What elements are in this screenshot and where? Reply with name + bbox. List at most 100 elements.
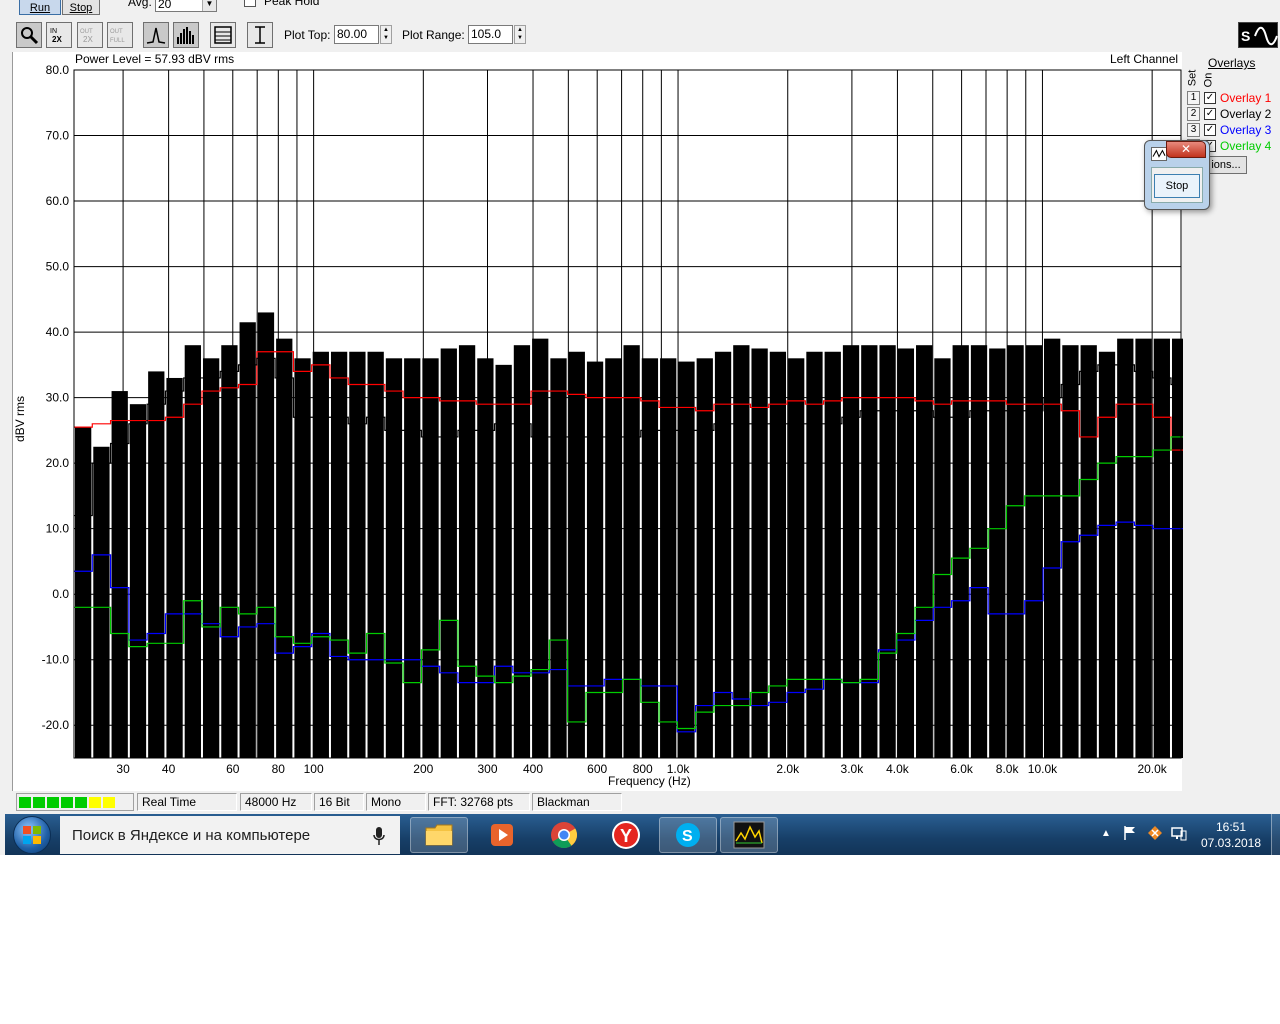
y-tick-label: 30.0 xyxy=(46,391,70,405)
plot-top-spinner[interactable]: ▲ ▼ xyxy=(380,25,392,44)
overlays-title[interactable]: Overlays xyxy=(1208,56,1255,70)
overlay-checkbox[interactable]: ✓ xyxy=(1204,108,1216,120)
x-tick-label: 80 xyxy=(272,762,286,776)
status-mode: Real Time xyxy=(137,793,237,811)
spectrum-bar xyxy=(568,351,585,758)
spectrum-bar xyxy=(897,348,915,758)
show-desktop-button[interactable] xyxy=(1271,814,1280,855)
app-tray-icon[interactable] xyxy=(1147,825,1163,844)
action-center-flag-icon[interactable] xyxy=(1123,825,1137,844)
spectrum-bar xyxy=(769,351,787,758)
file-explorer-icon[interactable] xyxy=(410,817,468,853)
overlay-set-button[interactable]: 1 xyxy=(1187,91,1200,105)
svg-text:S: S xyxy=(682,828,693,845)
network-icon[interactable] xyxy=(1171,825,1187,844)
spectrum-bar xyxy=(806,351,823,758)
x-tick-label: 10.0k xyxy=(1028,762,1058,776)
spectrum-bar xyxy=(861,345,878,758)
spectrum-bar xyxy=(916,345,933,758)
x-tick-label: 100 xyxy=(304,762,324,776)
spectrum-bar xyxy=(1062,345,1079,758)
svg-text:S: S xyxy=(1241,28,1250,44)
clock-time: 16:51 xyxy=(1215,820,1247,834)
overlay-checkbox[interactable]: ✓ xyxy=(1204,124,1216,136)
run-button-label: Run xyxy=(29,1,51,14)
y-tick-label: 0.0 xyxy=(52,587,69,601)
skype-icon[interactable]: S xyxy=(659,817,717,853)
channel-label: Left Channel xyxy=(1110,52,1179,66)
table-view-icon[interactable] xyxy=(210,22,236,48)
overlay-set-button[interactable]: 2 xyxy=(1187,107,1200,121)
zoom-in-2x-icon[interactable]: IN 2X xyxy=(46,22,72,48)
tray-expand-icon[interactable]: ▲ xyxy=(1101,828,1111,839)
taskbar-search-input[interactable]: Поиск в Яндексе и на компьютере xyxy=(60,816,400,854)
overlay-checkbox[interactable]: ✓ xyxy=(1204,92,1216,104)
run-button[interactable]: Run xyxy=(19,0,61,15)
plot-top-input[interactable]: 80.00 xyxy=(334,25,379,44)
stop-button-label: Stop xyxy=(69,1,93,14)
close-icon[interactable]: ✕ xyxy=(1166,141,1206,158)
overlay-set-button[interactable]: 3 xyxy=(1187,123,1200,137)
spectrum-bar xyxy=(404,358,421,758)
bar-plot-icon[interactable] xyxy=(173,22,199,48)
spectrum-analyzer-icon[interactable] xyxy=(720,817,778,853)
clock[interactable]: 16:51 07.03.2018 xyxy=(1195,819,1267,851)
spectrum-bar xyxy=(696,358,713,758)
plot-range-spinner[interactable]: ▲ ▼ xyxy=(514,25,526,44)
y-tick-label: 40.0 xyxy=(46,325,70,339)
spectrum-bar xyxy=(148,371,165,758)
level-meter xyxy=(16,793,134,811)
spectrum-bar xyxy=(714,351,732,758)
spectrum-bar xyxy=(605,358,622,758)
status-bits: 16 Bit xyxy=(314,793,364,811)
spectrum-bar xyxy=(1153,338,1170,758)
x-tick-label: 300 xyxy=(477,762,497,776)
microphone-icon[interactable] xyxy=(372,826,386,846)
y-scale-icon[interactable] xyxy=(247,22,273,48)
popup-stop-label: Stop xyxy=(1165,180,1189,192)
chrome-icon[interactable] xyxy=(535,817,593,853)
overlay-name: Overlay 3 xyxy=(1220,123,1272,137)
spectrum-bar xyxy=(641,358,659,758)
spectrum-analyzer-window: Run Stop Avg. 20 ▼ Peak Hold IN 2X OUT 2X … xyxy=(0,0,1280,855)
search-placeholder: Поиск в Яндексе и на компьютере xyxy=(72,826,311,844)
svg-text:OUT: OUT xyxy=(110,29,123,35)
peak-hold-checkbox[interactable] xyxy=(244,0,256,7)
popup-stop-button[interactable]: Stop xyxy=(1154,174,1200,198)
y-tick-label: 10.0 xyxy=(46,522,70,536)
spectrum-bar xyxy=(93,446,110,758)
spectrum-bar xyxy=(788,358,805,758)
overlay-name: Overlay 1 xyxy=(1220,91,1272,105)
line-plot-icon[interactable] xyxy=(143,22,169,48)
plot-panel: 80.0 70.0 60.0 50.0 40.0 30.0 20.0 10.0 0.0 -10.0… xyxy=(12,52,1183,792)
zoom-magnifier-icon[interactable] xyxy=(16,22,42,48)
popup-app-icon xyxy=(1151,147,1167,161)
media-player-icon[interactable] xyxy=(473,817,531,853)
start-button[interactable] xyxy=(13,816,51,854)
overlay-options-button[interactable]: ions... xyxy=(1205,156,1247,174)
yandex-browser-icon[interactable]: Y xyxy=(597,817,655,853)
level-meter-segment xyxy=(103,797,115,808)
x-tick-label: 600 xyxy=(587,762,607,776)
spectrum-bar xyxy=(952,345,969,758)
clock-date: 07.03.2018 xyxy=(1200,836,1262,850)
spectrum-bar xyxy=(660,358,677,758)
x-tick-label: 3.0k xyxy=(841,762,865,776)
spectrum-bar xyxy=(129,404,147,758)
spectrum-bar xyxy=(349,351,366,758)
spectrum-bar xyxy=(989,348,1006,758)
x-tick-label: 2.0k xyxy=(776,762,800,776)
plot-range-input[interactable]: 105.0 xyxy=(468,25,513,44)
spectrum-bar xyxy=(440,348,457,758)
x-tick-label: 200 xyxy=(413,762,433,776)
avg-select[interactable]: 20 ▼ xyxy=(155,0,217,12)
stop-button[interactable]: Stop xyxy=(62,0,100,15)
status-bar: Real Time 48000 Hz 16 Bit Mono FFT: 3276… xyxy=(0,791,1280,813)
spectrum-bar xyxy=(751,348,768,758)
zoom-out-2x-icon[interactable]: OUT 2X xyxy=(77,22,103,48)
level-meter-segment xyxy=(33,797,45,808)
x-tick-label: 30 xyxy=(116,762,130,776)
svg-text:FULL: FULL xyxy=(110,38,125,44)
zoom-out-full-icon[interactable]: OUT FULL xyxy=(107,22,133,48)
x-tick-label: 4.0k xyxy=(886,762,910,776)
